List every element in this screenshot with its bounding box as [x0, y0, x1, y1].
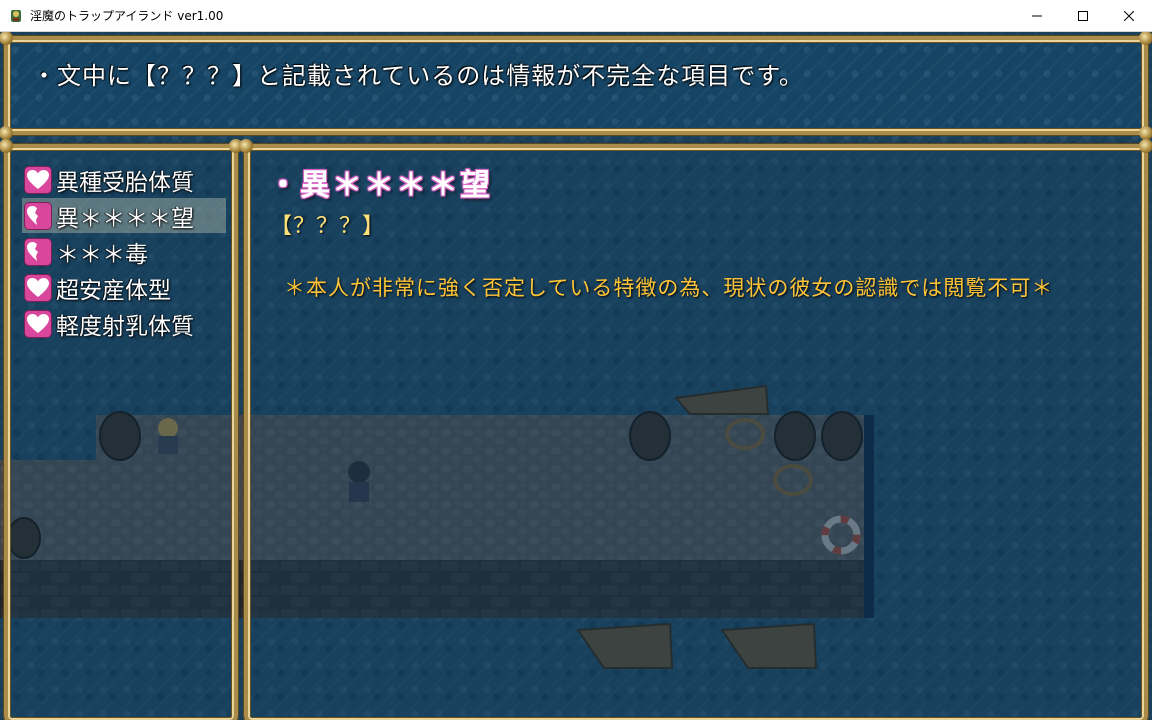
- game-viewport[interactable]: ・文中に【？？？】と記載されているのは情報が不完全な項目です。 異種受胎体質 異…: [0, 32, 1152, 720]
- minimize-button[interactable]: [1014, 0, 1060, 31]
- frame-ornament: [239, 139, 253, 153]
- minimize-icon: [1032, 15, 1042, 16]
- trait-item-selected[interactable]: 異＊＊＊＊望: [22, 198, 226, 233]
- window-title: 淫魔のトラップアイランド ver1.00: [30, 9, 224, 23]
- trait-item[interactable]: ＊＊＊毒: [22, 234, 226, 269]
- trait-label: 異＊＊＊＊望: [56, 205, 194, 232]
- maximize-icon: [1078, 10, 1088, 21]
- detail-description: ＊本人が非常に強く否定している特徴の為、現状の彼女の認識では閲覧不可＊: [284, 276, 1054, 300]
- trait-list-window: 異種受胎体質 異＊＊＊＊望 ＊＊＊毒 超安産体型 軽度射乳体質: [0, 139, 243, 720]
- frame-ornament: [0, 139, 13, 153]
- trait-item[interactable]: 超安産体型: [22, 270, 226, 305]
- frame-ornament: [1139, 139, 1152, 153]
- close-button[interactable]: [1106, 0, 1152, 31]
- heart-icon: [24, 165, 52, 194]
- frame-ornament: [1139, 126, 1152, 140]
- detail-info: 【？？？】: [270, 214, 386, 239]
- help-window: ・文中に【？？？】と記載されているのは情報が不完全な項目です。: [0, 32, 1152, 140]
- window-titlebar[interactable]: 淫魔のトラップアイランド ver1.00: [0, 0, 1152, 32]
- trait-item[interactable]: 異種受胎体質: [22, 162, 226, 197]
- close-icon: [1124, 10, 1134, 21]
- frame-ornament: [1139, 32, 1152, 45]
- detail-title: ・異＊＊＊＊望: [268, 168, 492, 203]
- heart-icon: [24, 273, 52, 302]
- trait-label: 超安産体型: [56, 277, 171, 304]
- trait-label: 異種受胎体質: [56, 169, 194, 196]
- broken-heart-icon: [24, 237, 52, 266]
- trait-item[interactable]: 軽度射乳体質: [22, 306, 226, 341]
- window-controls: [1014, 0, 1152, 31]
- broken-heart-icon: [24, 201, 52, 230]
- trait-label: 軽度射乳体質: [56, 313, 194, 340]
- trait-list: 異種受胎体質 異＊＊＊＊望 ＊＊＊毒 超安産体型 軽度射乳体質: [22, 162, 226, 342]
- help-text: ・文中に【？？？】と記載されているのは情報が不完全な項目です。: [32, 62, 804, 90]
- game-app-icon: [11, 9, 21, 22]
- trait-detail-window: ・異＊＊＊＊望 【？？？】 ＊本人が非常に強く否定している特徴の為、現状の彼女の…: [239, 139, 1152, 720]
- frame-ornament: [0, 32, 13, 45]
- trait-label: ＊＊＊毒: [56, 241, 148, 268]
- maximize-button[interactable]: [1060, 0, 1106, 31]
- heart-icon: [24, 309, 52, 338]
